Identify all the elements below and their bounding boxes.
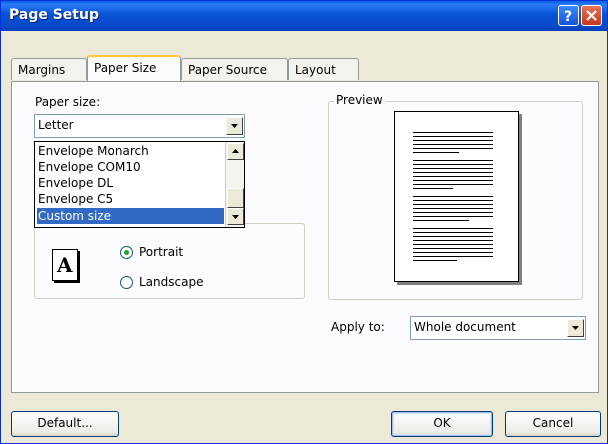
default-button-label: Default...	[37, 416, 93, 430]
close-button[interactable]	[581, 5, 602, 26]
paper-size-dropdown-button[interactable]	[226, 117, 243, 135]
tab-label: Paper Size	[94, 61, 157, 75]
list-item[interactable]: Envelope C5	[37, 191, 224, 207]
tab-paper-size[interactable]: Paper Size	[87, 55, 181, 81]
tab-label: Margins	[18, 63, 66, 77]
cancel-button[interactable]: Cancel	[505, 411, 601, 437]
svg-text:?: ?	[564, 9, 572, 25]
dropdown-scrollbar[interactable]	[225, 142, 244, 227]
tab-label: Paper Source	[188, 63, 268, 77]
page-setup-dialog: Page Setup ? Margins Paper Size Paper So…	[0, 0, 608, 444]
scroll-down-icon	[232, 215, 239, 219]
paper-size-value: Letter	[38, 118, 74, 132]
landscape-radio[interactable]	[120, 276, 133, 289]
apply-to-combo[interactable]: Whole document	[410, 316, 586, 340]
landscape-label[interactable]: Landscape	[139, 275, 203, 289]
ok-button[interactable]: OK	[391, 411, 493, 437]
dropdown-arrow-icon	[231, 124, 238, 128]
tab-label: Layout	[295, 63, 336, 77]
apply-to-value: Whole document	[414, 320, 516, 334]
portrait-page-icon: A	[52, 249, 78, 281]
preview-label: Preview	[334, 93, 385, 107]
window-title: Page Setup	[9, 7, 99, 23]
list-item[interactable]: Envelope COM10	[37, 159, 224, 175]
paper-size-label: Paper size:	[35, 95, 101, 109]
paper-size-combo[interactable]: Letter	[34, 114, 245, 138]
list-item[interactable]: Envelope Monarch	[37, 143, 224, 159]
list-item-selected[interactable]: Custom size	[37, 208, 224, 224]
help-button[interactable]: ?	[558, 5, 579, 26]
scroll-thumb[interactable]	[227, 188, 244, 208]
portrait-radio[interactable]	[120, 246, 133, 259]
scroll-up-button[interactable]	[227, 143, 244, 160]
tab-layout[interactable]: Layout	[288, 58, 359, 80]
scroll-down-button[interactable]	[227, 208, 244, 225]
apply-to-label: Apply to:	[331, 320, 385, 334]
list-item[interactable]: Envelope DL	[37, 175, 224, 191]
help-icon: ?	[564, 9, 572, 25]
tab-margins[interactable]: Margins	[11, 58, 87, 80]
ok-button-label: OK	[433, 416, 451, 430]
dropdown-arrow-icon	[572, 326, 579, 330]
tab-paper-source[interactable]: Paper Source	[181, 58, 288, 80]
paper-size-dropdown-list[interactable]: Envelope Monarch Envelope COM10 Envelope…	[34, 141, 245, 228]
cancel-button-label: Cancel	[532, 416, 574, 430]
default-button[interactable]: Default...	[11, 411, 119, 437]
close-icon	[586, 10, 597, 21]
orientation-icon-letter: A	[57, 253, 73, 277]
portrait-label[interactable]: Portrait	[139, 245, 183, 259]
apply-to-dropdown-button[interactable]	[567, 319, 584, 337]
scroll-up-icon	[232, 149, 239, 153]
preview-page	[394, 111, 519, 282]
title-bar[interactable]: Page Setup ?	[1, 1, 607, 31]
